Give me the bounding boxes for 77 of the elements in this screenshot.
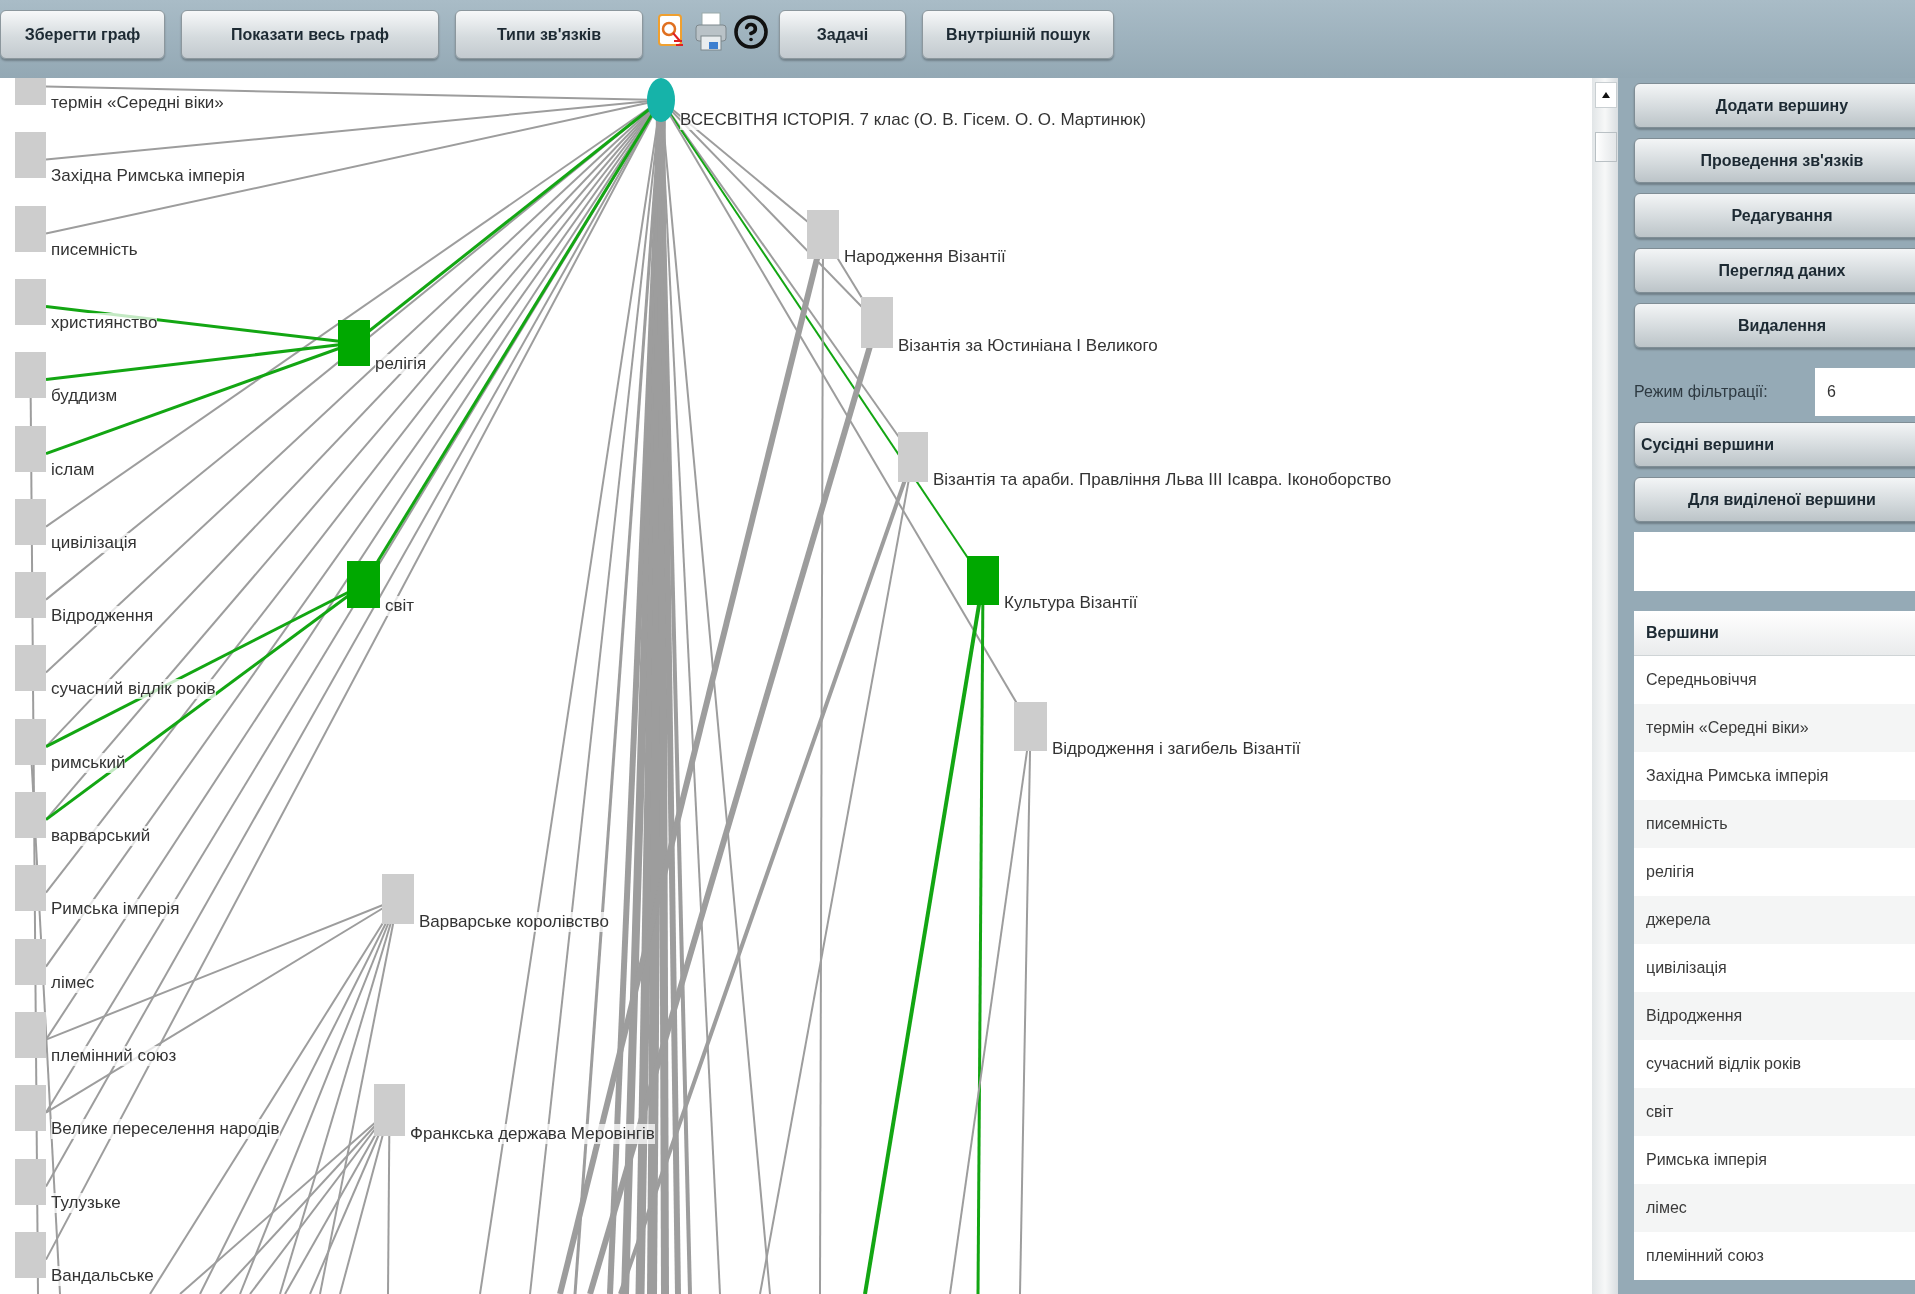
graph-node[interactable] xyxy=(15,572,46,618)
scroll-thumb[interactable] xyxy=(1595,132,1617,162)
graph-node[interactable] xyxy=(382,874,414,924)
graph-node[interactable] xyxy=(15,1232,46,1278)
node-label: Візантія та араби. Правління Льва III Ісавра. Іконоборство xyxy=(933,470,1392,490)
graph-node[interactable] xyxy=(15,279,46,325)
up-arrow-icon xyxy=(1602,92,1610,98)
action-button[interactable]: Проведення зв'язків xyxy=(1634,138,1915,183)
node-label: сучасний відлік років xyxy=(51,679,216,699)
graph-node[interactable] xyxy=(15,1085,46,1131)
toolbar-button[interactable]: Зберегти граф xyxy=(0,10,165,59)
node-label: християнство xyxy=(51,313,158,333)
graph-node[interactable] xyxy=(15,792,46,838)
graph-node[interactable] xyxy=(647,78,675,122)
list-item[interactable]: Відродження xyxy=(1634,992,1915,1040)
filter-dropdown[interactable]: Сусідні вершини xyxy=(1634,422,1915,467)
graph-node[interactable] xyxy=(15,426,46,472)
list-item[interactable]: світ xyxy=(1634,1088,1915,1136)
node-label: ВСЕСВІТНЯ ІСТОРІЯ. 7 клас (О. В. Гісем. О. О. Мартинюк) xyxy=(680,110,1146,130)
graph-node[interactable] xyxy=(347,561,380,608)
node-label: племінний союз xyxy=(51,1046,177,1066)
node-label: Варварське королівство xyxy=(419,912,609,932)
scrollbar[interactable] xyxy=(1590,78,1618,1294)
graph-node[interactable] xyxy=(861,297,893,348)
printer-icon xyxy=(694,12,728,52)
node-label: Вандальське xyxy=(51,1266,154,1286)
node-label: Культура Візантії xyxy=(1004,593,1138,613)
graph-node[interactable] xyxy=(15,1159,46,1205)
node-label: Римська імперія xyxy=(51,899,180,919)
node-label: Відродження xyxy=(51,606,154,626)
action-button[interactable]: Перегляд даних xyxy=(1634,248,1915,293)
node-label: Велике переселення народів xyxy=(51,1119,280,1139)
list-item[interactable]: лімес xyxy=(1634,1184,1915,1232)
graph-node[interactable] xyxy=(374,1084,405,1136)
toolbar-button[interactable]: Задачі xyxy=(779,10,906,59)
node-label: світ xyxy=(385,596,415,616)
node-label: Тулузьке xyxy=(51,1193,121,1213)
toolbar-button[interactable]: Показати весь граф xyxy=(181,10,439,59)
graph-node[interactable] xyxy=(15,939,46,985)
graph-node[interactable] xyxy=(898,432,928,482)
toolbar-button[interactable]: Типи зв'язків xyxy=(455,10,643,59)
graph-node[interactable] xyxy=(967,556,999,605)
node-label: цивілізація xyxy=(51,533,137,553)
node-label: термін «Середні віки» xyxy=(51,93,224,113)
graph-node[interactable] xyxy=(807,210,839,259)
list-item[interactable]: джерела xyxy=(1634,896,1915,944)
graph-node[interactable] xyxy=(15,1012,46,1058)
search-field[interactable] xyxy=(1634,532,1915,591)
node-label: римський xyxy=(51,753,126,773)
scroll-up-button[interactable] xyxy=(1595,82,1617,108)
action-button[interactable]: Редагування xyxy=(1634,193,1915,238)
graph-node[interactable] xyxy=(15,352,46,398)
filter-label: Режим фільтрації: xyxy=(1634,383,1768,401)
graph-node[interactable] xyxy=(1014,702,1047,751)
graph-node[interactable] xyxy=(15,499,46,545)
graph-node[interactable] xyxy=(15,645,46,691)
help-icon xyxy=(733,14,769,50)
node-label: Франкська держава Меровінгів xyxy=(410,1124,655,1144)
node-label: варварський xyxy=(51,826,151,846)
node-label: релігія xyxy=(375,354,427,374)
graph-node[interactable] xyxy=(15,865,46,911)
filter-field[interactable]: 6 xyxy=(1815,368,1915,416)
graph-node[interactable] xyxy=(338,320,370,366)
node-label: Відродження і загибель Візантії xyxy=(1052,739,1301,759)
node-label: Народження Візантії xyxy=(844,247,1006,267)
toolbar-button[interactable]: Внутрішній пошук xyxy=(922,10,1114,59)
graph-node[interactable] xyxy=(15,132,46,178)
graph-node[interactable] xyxy=(15,206,46,252)
node-label: Західна Римська імперія xyxy=(51,166,245,186)
list-item[interactable]: писемність xyxy=(1634,800,1915,848)
action-button[interactable]: Додати вершину xyxy=(1634,83,1915,128)
graph-node[interactable] xyxy=(15,719,46,765)
node-label: буддизм xyxy=(51,386,118,406)
action-button[interactable]: Видалення xyxy=(1634,303,1915,348)
list-item[interactable]: термін «Середні віки» xyxy=(1634,704,1915,752)
node-label: лімес xyxy=(51,973,95,993)
filter-button[interactable]: Для виділеної вершини xyxy=(1634,477,1915,522)
